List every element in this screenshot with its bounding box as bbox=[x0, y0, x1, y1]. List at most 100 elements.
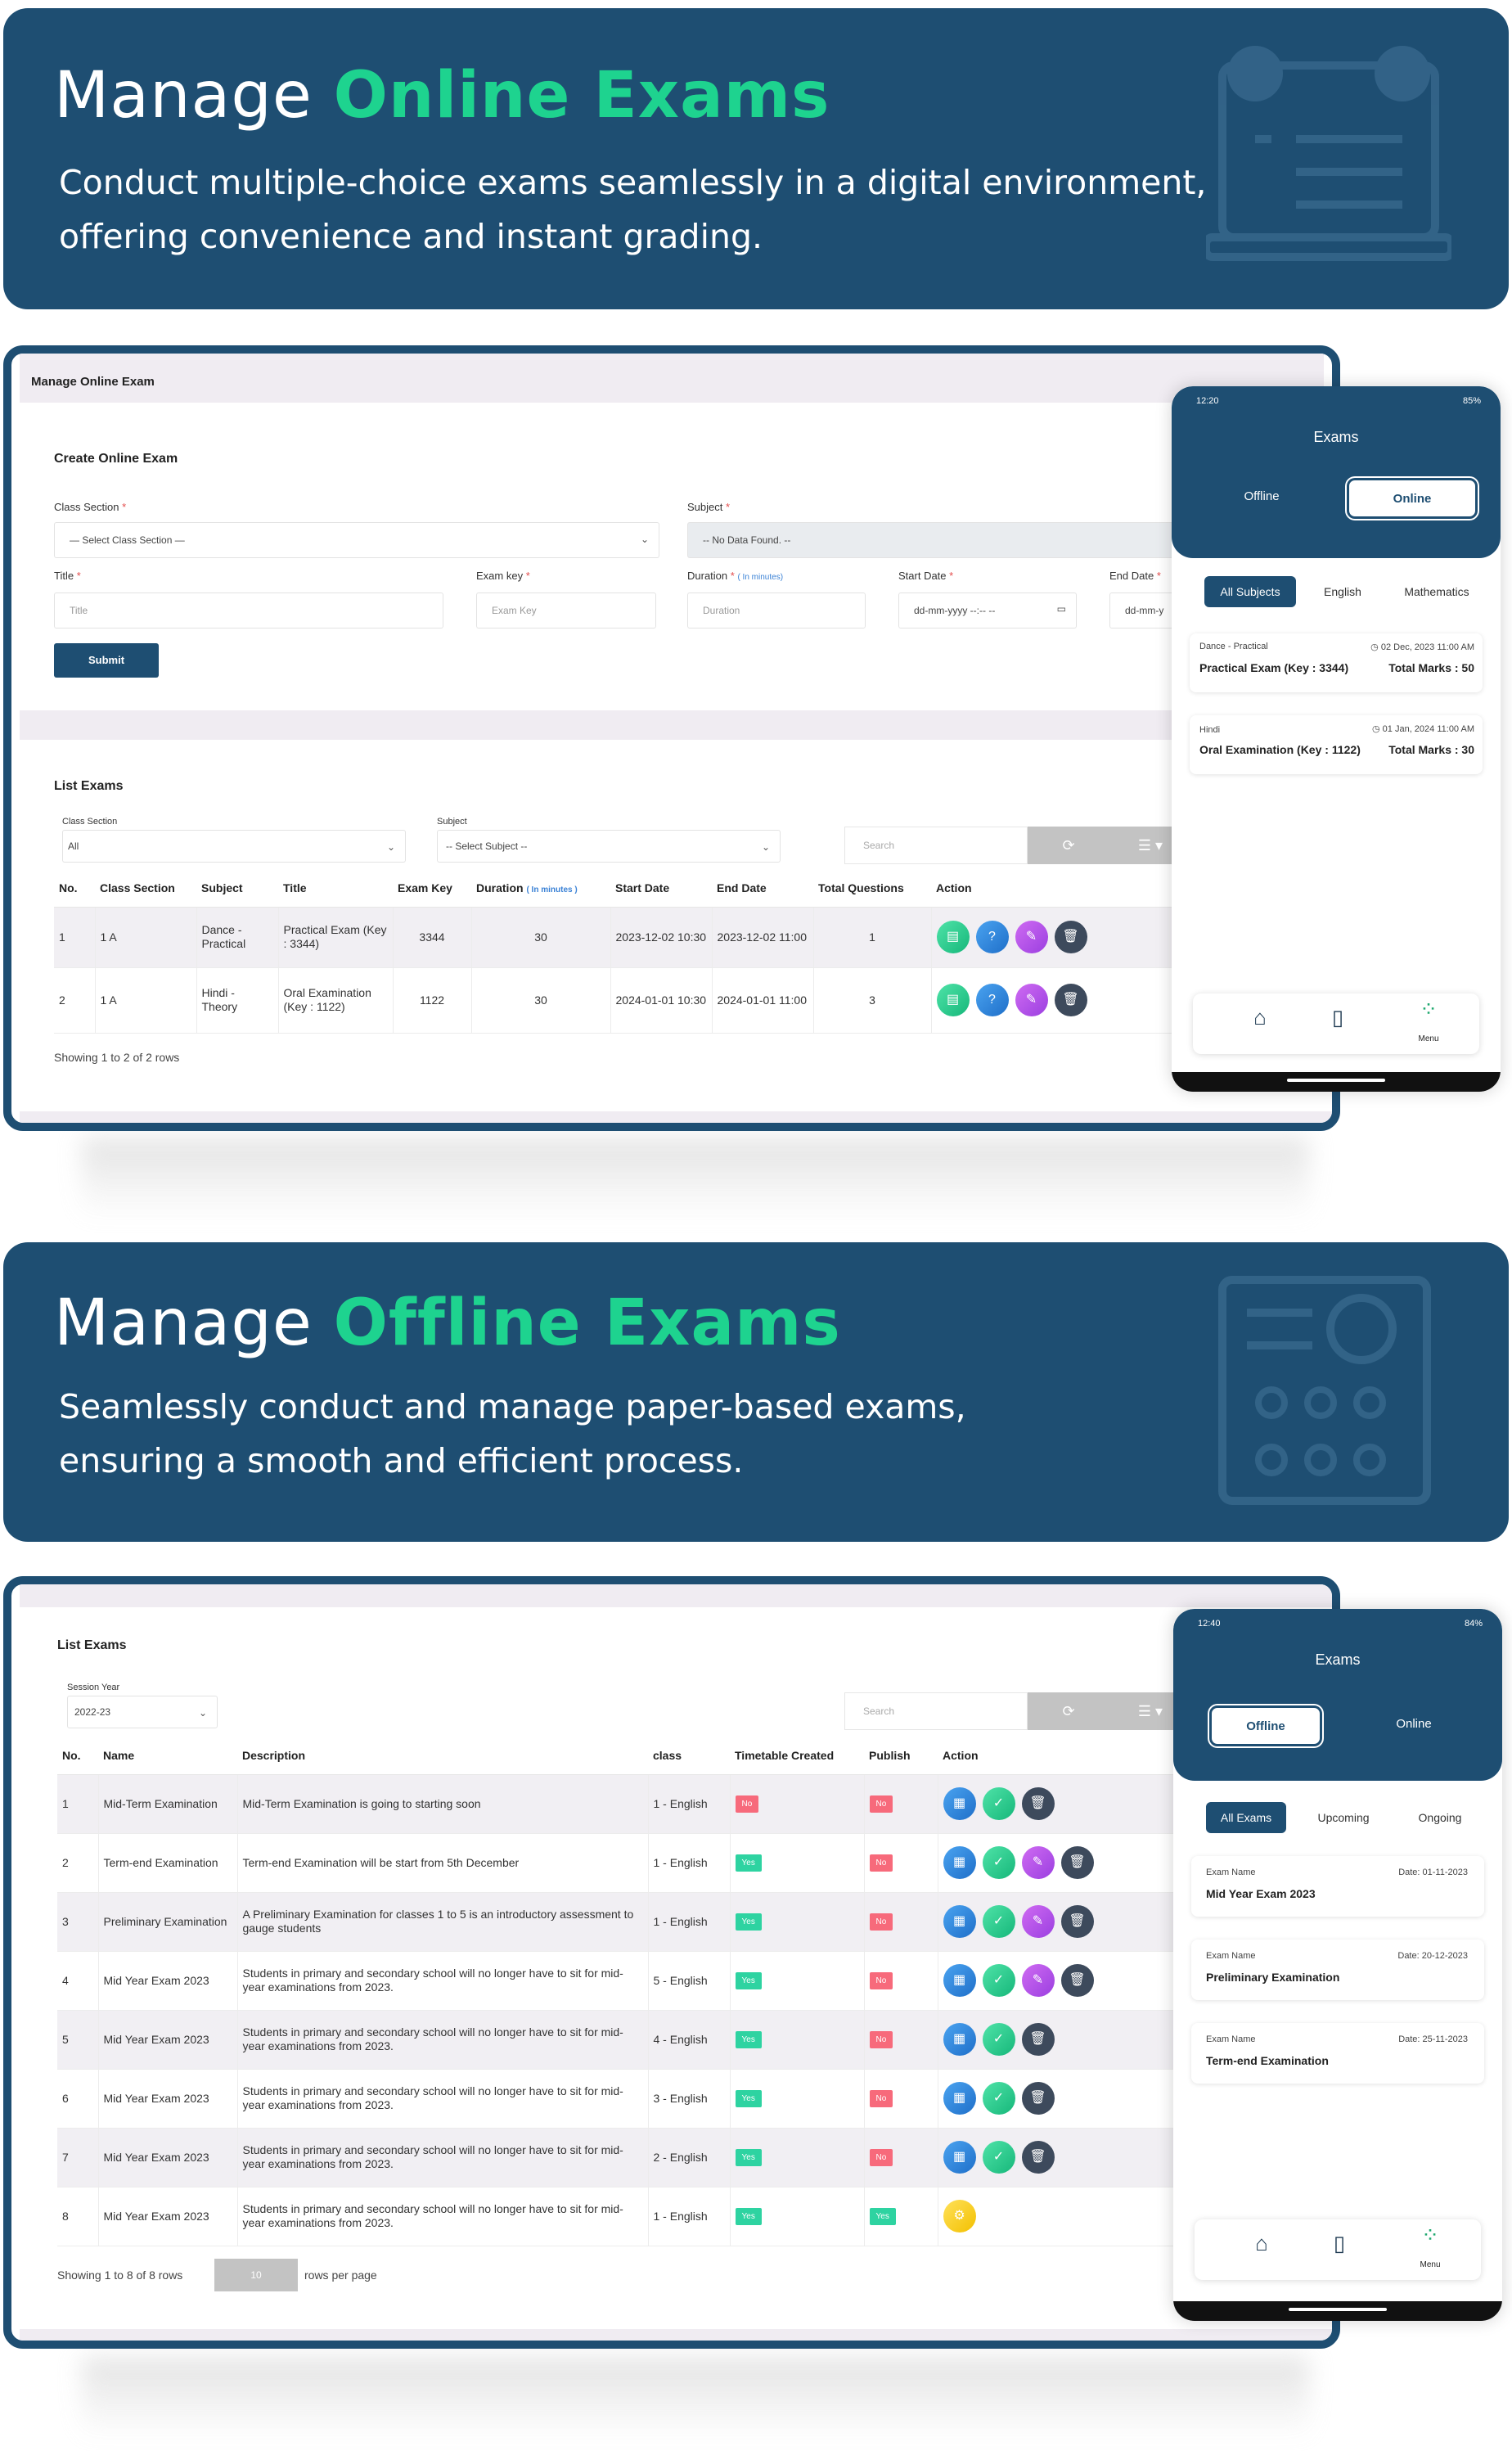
book-icon[interactable]: ▯ bbox=[1313, 1005, 1362, 1030]
exam-card[interactable]: Dance - Practical ◷ 02 Dec, 2023 11:00 A… bbox=[1190, 633, 1483, 692]
delete-button[interactable]: 🗑 bbox=[1060, 1846, 1094, 1879]
view-document-button[interactable]: ▤ bbox=[936, 921, 970, 953]
col-duration[interactable]: Duration ( In minutes ) bbox=[471, 869, 610, 908]
delete-button[interactable]: 🗑 bbox=[1021, 2023, 1055, 2056]
edit-button[interactable]: ✎ bbox=[1015, 984, 1048, 1016]
edit-button[interactable]: ✎ bbox=[1021, 1964, 1055, 1997]
col-start-date[interactable]: Start Date bbox=[610, 869, 712, 908]
refresh-button[interactable]: ⟳ bbox=[1028, 1692, 1109, 1730]
cell-questions: 3 bbox=[812, 967, 931, 1034]
col-class-section[interactable]: Class Section bbox=[95, 869, 196, 908]
view-document-button[interactable]: ▤ bbox=[936, 984, 970, 1016]
publish-status-badge: Yes bbox=[869, 2207, 896, 2225]
delete-button[interactable]: 🗑 bbox=[1021, 2082, 1055, 2115]
timetable-button[interactable]: ▦ bbox=[943, 1846, 976, 1879]
chip-ongoing[interactable]: Ongoing bbox=[1399, 1802, 1481, 1833]
home-icon[interactable]: ⌂ bbox=[1235, 1005, 1285, 1030]
result-button[interactable]: ⚙ bbox=[943, 2200, 976, 2232]
search-input[interactable]: Search bbox=[844, 827, 1028, 864]
publish-button[interactable]: ✓ bbox=[982, 2141, 1015, 2174]
col-publish[interactable]: Publish bbox=[864, 1737, 938, 1775]
submit-button[interactable]: Submit bbox=[54, 643, 159, 678]
exam-key-input[interactable]: Exam Key bbox=[476, 592, 656, 629]
cell-class: 1 - English bbox=[647, 1833, 730, 1893]
pagination-info: Showing 1 to 8 of 8 rows bbox=[57, 2269, 183, 2282]
edit-button[interactable]: ✎ bbox=[1021, 1846, 1055, 1879]
list-exams-title: List Exams bbox=[57, 1638, 127, 1652]
cell-no: 1 bbox=[57, 1774, 98, 1834]
publish-button[interactable]: ✓ bbox=[982, 1905, 1015, 1938]
delete-button[interactable]: 🗑 bbox=[1060, 1905, 1094, 1938]
col-total-questions[interactable]: Total Questions bbox=[813, 869, 931, 908]
edit-button[interactable]: ✎ bbox=[1015, 921, 1048, 953]
col-end-date[interactable]: End Date bbox=[712, 869, 813, 908]
class-section-select[interactable]: — Select Class Section — ⌄ bbox=[54, 522, 659, 558]
delete-button[interactable]: 🗑 bbox=[1021, 2141, 1055, 2174]
start-date-input[interactable]: dd-mm-yyyy --:-- -- ▭ bbox=[898, 592, 1077, 629]
exam-card[interactable]: Exam Name Date: 20-12-2023 Preliminary E… bbox=[1191, 1940, 1484, 2000]
refresh-button[interactable]: ⟳ bbox=[1028, 827, 1109, 864]
filter-class-select[interactable]: All ⌄ bbox=[62, 830, 406, 863]
col-name[interactable]: Name bbox=[98, 1737, 237, 1775]
menu-grid-icon[interactable]: ⁘ bbox=[1406, 2223, 1455, 2248]
questions-button[interactable]: ? bbox=[975, 984, 1009, 1016]
publish-button[interactable]: ✓ bbox=[982, 1846, 1015, 1879]
home-icon[interactable]: ⌂ bbox=[1237, 2231, 1286, 2256]
delete-button[interactable]: 🗑 bbox=[1021, 1787, 1055, 1820]
cell-timetable-created: Yes bbox=[729, 2187, 864, 2246]
online-toggle[interactable]: Online bbox=[1348, 1705, 1479, 1746]
online-toggle[interactable]: Online bbox=[1347, 478, 1478, 519]
cell-timetable-created: Yes bbox=[729, 2069, 864, 2129]
filter-subject-select[interactable]: -- Select Subject -- ⌄ bbox=[437, 830, 781, 863]
col-subject[interactable]: Subject bbox=[196, 869, 278, 908]
chip-all-subjects[interactable]: All Subjects bbox=[1204, 576, 1296, 607]
timetable-button[interactable]: ▦ bbox=[943, 2082, 976, 2115]
offline-toggle[interactable]: Offline bbox=[1196, 478, 1327, 519]
page-size-select[interactable]: 10 bbox=[214, 2259, 298, 2291]
timetable-button[interactable]: ▦ bbox=[943, 1787, 976, 1820]
session-year-select[interactable]: 2022-23 ⌄ bbox=[67, 1696, 218, 1728]
timetable-button[interactable]: ▦ bbox=[943, 1905, 976, 1938]
table-row: 1 1 A Dance - Practical Practical Exam (… bbox=[54, 907, 1332, 968]
publish-button[interactable]: ✓ bbox=[982, 2082, 1015, 2115]
chip-all-exams[interactable]: All Exams bbox=[1206, 1802, 1286, 1833]
subject-label: Subject * bbox=[687, 501, 731, 513]
chip-mathematics[interactable]: Mathematics bbox=[1388, 576, 1486, 607]
chip-upcoming[interactable]: Upcoming bbox=[1303, 1802, 1384, 1833]
edit-button[interactable]: ✎ bbox=[1021, 1905, 1055, 1938]
exam-card[interactable]: Exam Name Date: 01-11-2023 Mid Year Exam… bbox=[1191, 1856, 1484, 1917]
calendar-icon: ▦ bbox=[952, 2091, 966, 2105]
menu-grid-icon[interactable]: ⁘ bbox=[1404, 997, 1453, 1022]
offline-toggle[interactable]: Offline bbox=[1209, 1705, 1322, 1746]
col-description[interactable]: Description bbox=[237, 1737, 648, 1775]
delete-button[interactable]: 🗑 bbox=[1060, 1964, 1094, 1997]
col-exam-key[interactable]: Exam Key bbox=[393, 869, 471, 908]
exam-card[interactable]: Hindi ◷ 01 Jan, 2024 11:00 AM Oral Exami… bbox=[1190, 715, 1483, 774]
title-input[interactable]: Title bbox=[54, 592, 443, 629]
timetable-button[interactable]: ▦ bbox=[943, 1964, 976, 1997]
publish-button[interactable]: ✓ bbox=[982, 1787, 1015, 1820]
timetable-status-badge: Yes bbox=[735, 2030, 762, 2048]
offline-exam-window: List Exams Session Year 2022-23 ⌄ Search … bbox=[3, 1576, 1340, 2349]
session-year-label: Session Year bbox=[67, 1683, 120, 1692]
col-title[interactable]: Title bbox=[278, 869, 393, 908]
search-input[interactable]: Search bbox=[844, 1692, 1028, 1730]
book-icon[interactable]: ▯ bbox=[1315, 2231, 1364, 2256]
exam-card[interactable]: Exam Name Date: 25-11-2023 Term-end Exam… bbox=[1191, 2023, 1484, 2084]
page-header-strip bbox=[20, 1584, 1332, 1607]
questions-button[interactable]: ? bbox=[975, 921, 1009, 953]
col-no[interactable]: No. bbox=[54, 869, 95, 908]
delete-button[interactable]: 🗑 bbox=[1054, 921, 1087, 953]
col-timetable-created[interactable]: Timetable Created bbox=[730, 1737, 864, 1775]
duration-input[interactable]: Duration bbox=[687, 592, 866, 629]
chip-english[interactable]: English bbox=[1306, 576, 1379, 607]
check-icon: ✓ bbox=[992, 2150, 1005, 2164]
timetable-button[interactable]: ▦ bbox=[943, 2141, 976, 2174]
col-class[interactable]: class bbox=[648, 1737, 730, 1775]
col-no[interactable]: No. bbox=[57, 1737, 98, 1775]
timetable-button[interactable]: ▦ bbox=[943, 2023, 976, 2056]
publish-button[interactable]: ✓ bbox=[982, 1964, 1015, 1997]
publish-button[interactable]: ✓ bbox=[982, 2023, 1015, 2056]
check-icon: ✓ bbox=[992, 2091, 1005, 2105]
delete-button[interactable]: 🗑 bbox=[1054, 984, 1087, 1016]
